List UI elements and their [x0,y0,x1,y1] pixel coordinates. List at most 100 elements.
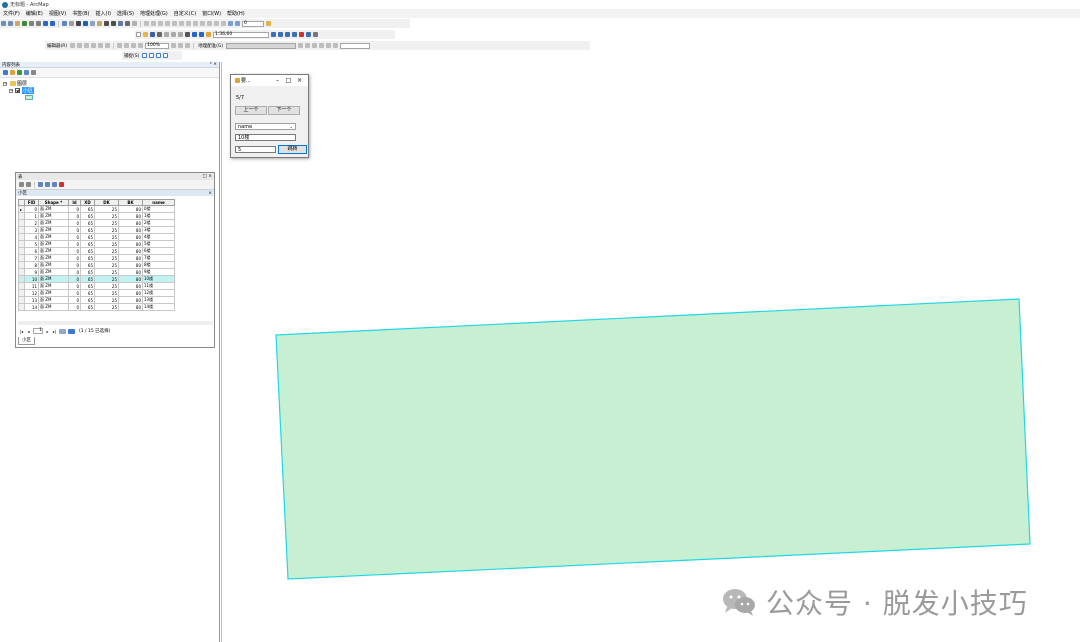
vertex-snap-icon[interactable] [156,53,162,58]
select-by-attributes-icon[interactable] [38,182,43,187]
find-icon[interactable] [111,21,116,26]
previous-button[interactable]: 上一个 [235,106,267,115]
maximize-icon[interactable]: □ [283,77,294,84]
select-elements-icon[interactable] [76,21,81,26]
menu-selection[interactable]: 选择(S) [117,10,134,17]
table-icon[interactable] [221,21,226,26]
route-icon[interactable] [118,21,123,26]
fixed-zoom-out-icon[interactable] [36,21,41,26]
endpoint-arc-icon[interactable] [91,43,97,48]
save-icon[interactable] [150,32,155,37]
catalog-icon[interactable] [285,32,290,37]
menu-windows[interactable]: 窗口(W) [202,10,221,17]
layout-zoom-in-icon[interactable] [117,43,123,48]
menu-bookmarks[interactable]: 书签(B) [72,10,89,17]
network-icon[interactable] [207,21,212,26]
cut-icon[interactable] [164,32,169,37]
view-link-table-icon[interactable] [326,43,332,48]
map-view[interactable] [221,62,1080,642]
table-row[interactable]: 14 面 ZM 0 65 25 80 14楼 [18,303,175,311]
table-row[interactable]: 13 面 ZM 0 65 25 80 13楼 [18,296,175,304]
minimize-icon[interactable]: – [272,77,283,84]
add-control-points-icon[interactable] [298,43,304,48]
show-selected-records-icon[interactable] [68,328,75,334]
redo-icon[interactable] [199,32,204,37]
toc-root-label[interactable]: 图层 [17,80,27,87]
table-row[interactable]: 4面 ZM 0 65 25 80 4楼 [18,233,175,241]
add-data-icon[interactable] [206,32,211,37]
clear-selection-table-icon[interactable] [52,182,57,187]
toc-root-row[interactable]: − 图层 [3,80,216,87]
toc-options-icon[interactable] [31,70,36,75]
shift-raster-icon[interactable] [312,43,318,48]
midpoint-icon[interactable] [98,43,104,48]
scale-combo[interactable]: 1:36,60 [213,31,269,38]
straight-segment-icon[interactable] [77,43,83,48]
paste-icon[interactable] [178,32,183,37]
cut-polygon-icon[interactable] [158,21,163,26]
list-by-visibility-icon[interactable] [17,70,22,75]
viewer-icon[interactable] [333,43,339,48]
sketch-icon[interactable] [186,21,191,26]
layout-pan-icon[interactable] [131,43,137,48]
table-options-icon[interactable] [19,182,24,187]
layout-zoom-combo[interactable]: 100% [145,42,170,49]
georef-tool-icon[interactable] [200,21,205,26]
jump-button[interactable]: 跳转 [278,145,307,154]
rotate-icon[interactable] [172,21,177,26]
point-snap-icon[interactable] [142,53,148,58]
field-select[interactable]: name ⌄ [235,123,296,130]
python-icon[interactable] [306,32,311,37]
toc-close-icon[interactable]: ᵖ × [210,62,217,67]
zoom-combo[interactable]: 0 [242,20,264,27]
table-row[interactable]: 5面 ZM 0 65 25 80 5楼 [18,240,175,248]
new-document-icon[interactable] [136,32,141,37]
selected-building-polygon[interactable] [275,298,1031,580]
georeferencing-menu[interactable]: 地理配准(G) [198,43,223,49]
list-by-source-icon[interactable] [10,70,15,75]
flag-icon[interactable] [266,21,271,26]
clear-selection-icon[interactable] [69,21,74,26]
reshape-icon[interactable] [151,21,156,26]
layer-icon[interactable] [235,21,240,26]
forward-extent-icon[interactable] [50,21,55,26]
menu-edit[interactable]: 编辑(E) [26,10,43,17]
table-tab[interactable]: 小区 [18,337,35,345]
delete-selected-icon[interactable] [59,182,64,187]
menu-geoprocessing[interactable]: 地理处理(G) [140,10,168,17]
menu-help[interactable]: 帮助(H) [227,10,245,17]
edit-vertex-icon[interactable] [144,21,149,26]
rotate-raster-icon[interactable] [305,43,311,48]
attr-table-close-icon[interactable]: × [208,191,212,196]
table-row[interactable]: 11 面 ZM 0 65 25 80 11楼 [18,282,175,290]
print-icon[interactable] [157,32,162,37]
jump-index-input[interactable]: 5 [235,146,276,153]
georef-layer-combo[interactable] [226,42,297,49]
collapse-icon[interactable]: − [9,88,13,93]
layout-zoom-out-icon[interactable] [124,43,130,48]
open-icon[interactable] [143,32,148,37]
select-features-icon[interactable] [62,21,67,26]
menu-file[interactable]: 文件(F) [3,10,20,17]
close-icon[interactable]: × [294,77,305,84]
scale-raster-icon[interactable] [319,43,325,48]
focus-data-frame-icon[interactable] [178,43,184,48]
grid-icon[interactable] [214,21,219,26]
editor-toolbar-icon[interactable] [271,32,276,37]
table-row[interactable]: 12 面 ZM 0 65 25 80 12楼 [18,289,175,297]
measure-icon[interactable] [104,21,109,26]
search-icon[interactable] [292,32,297,37]
full-extent-icon[interactable] [22,21,27,26]
table-row[interactable]: 3面 ZM 0 65 25 80 3楼 [18,226,175,234]
zoom-in-icon[interactable] [1,21,6,26]
identify-icon[interactable] [83,21,88,26]
zoom-out-icon[interactable] [8,21,13,26]
arctoolbox-icon[interactable] [299,32,304,37]
hyperlink-icon[interactable] [90,21,95,26]
menu-view[interactable]: 视图(V) [49,10,66,17]
time-slider-icon[interactable] [132,21,137,26]
related-tables-icon[interactable] [26,182,31,187]
globe-icon[interactable] [228,21,233,26]
sketch-props-icon[interactable] [105,43,111,48]
topology-icon[interactable] [193,21,198,26]
